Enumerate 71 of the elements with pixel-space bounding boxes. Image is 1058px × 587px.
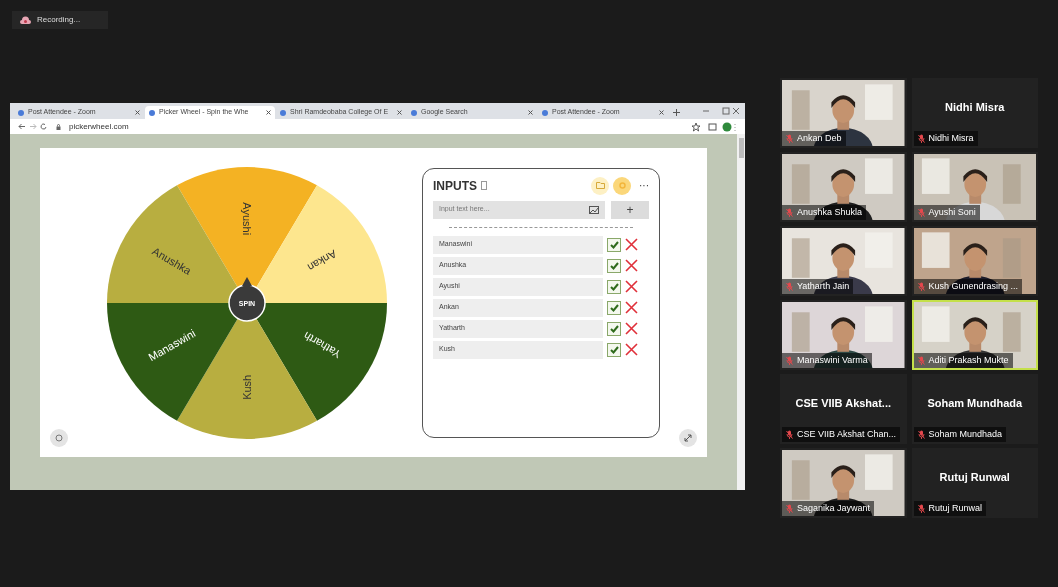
- muted-microphone-icon: [917, 133, 925, 143]
- participant-name: Soham Mundhada: [928, 427, 1003, 441]
- slice-label: Ayushi: [241, 201, 253, 235]
- participant-display-name: Soham Mundhada: [927, 395, 1023, 411]
- muted-microphone-icon: [786, 429, 793, 439]
- close-icon[interactable]: [659, 110, 664, 115]
- checkbox[interactable]: [607, 321, 621, 336]
- muted-microphone-icon: [786, 355, 793, 365]
- navigation-icon[interactable]: [18, 123, 48, 130]
- participant-name: Kush Gunendrasing ...: [928, 279, 1019, 293]
- delete-icon[interactable]: [625, 343, 638, 356]
- new-tab-icon[interactable]: [673, 109, 680, 116]
- muted-microphone-icon: [786, 207, 793, 217]
- close-icon[interactable]: [135, 110, 140, 115]
- delete-icon[interactable]: [625, 238, 638, 251]
- inputs-title: INPUTS: [433, 177, 477, 195]
- muted-microphone-icon: [917, 429, 925, 439]
- recording-cloud-icon: [20, 16, 31, 24]
- close-icon[interactable]: [397, 110, 402, 115]
- participant-display-name: CSE VIIB Akshat...: [795, 395, 892, 411]
- participant-name: Aditi Prakash Mukte: [928, 353, 1009, 367]
- reset-icon[interactable]: [50, 429, 68, 447]
- tab-icon: [18, 109, 24, 116]
- participant-display-name: Rutuj Runwal: [939, 469, 1010, 485]
- participant-name: Anushka Shukla: [797, 205, 863, 219]
- slice-label: Kush: [241, 374, 253, 400]
- url-text[interactable]: pickerwheel.com: [69, 120, 129, 133]
- checkbox[interactable]: [607, 300, 621, 315]
- image-icon[interactable]: [589, 205, 599, 214]
- add-button[interactable]: +: [611, 200, 649, 219]
- checkbox[interactable]: [607, 342, 621, 357]
- delete-icon[interactable]: [625, 280, 638, 293]
- participant-display-name: Nidhi Misra: [945, 99, 1005, 115]
- tab-icon: [149, 109, 155, 116]
- participant-name: Saganika Jaywant: [797, 501, 871, 515]
- muted-microphone-icon: [917, 281, 925, 291]
- tab-icon: [280, 109, 286, 116]
- checkbox[interactable]: [607, 237, 621, 252]
- tab-icon: [411, 109, 417, 116]
- muted-microphone-icon: [917, 503, 925, 513]
- participant-name: Ankan Deb: [797, 131, 842, 145]
- toolbar-icons[interactable]: [691, 121, 737, 132]
- document-icon: [481, 181, 487, 190]
- participant-name: Yatharth Jain: [797, 279, 850, 293]
- window-controls-icon[interactable]: [701, 107, 741, 115]
- muted-microphone-icon: [786, 503, 793, 513]
- muted-microphone-icon: [917, 355, 925, 365]
- lock-icon: [56, 123, 61, 130]
- folder-icon: [595, 182, 605, 189]
- muted-microphone-icon: [917, 207, 925, 217]
- close-icon[interactable]: [528, 110, 533, 115]
- recording-label: Recording...: [37, 14, 81, 26]
- muted-microphone-icon: [786, 281, 793, 291]
- scrollbar[interactable]: [737, 134, 745, 490]
- participant-name: Manaswini Varma: [797, 353, 868, 367]
- muted-microphone-icon: [786, 133, 793, 143]
- more-button[interactable]: ···: [639, 180, 649, 191]
- expand-icon[interactable]: [679, 429, 697, 447]
- recording-indicator[interactable]: Recording...: [12, 11, 108, 29]
- checkbox[interactable]: [607, 258, 621, 273]
- participant-name: Rutuj Runwal: [928, 501, 983, 515]
- delete-icon[interactable]: [625, 322, 638, 335]
- participant-name: Nidhi Misra: [928, 131, 974, 145]
- participant-name: Ayushi Soni: [928, 205, 976, 219]
- close-icon[interactable]: [266, 110, 271, 115]
- delete-icon[interactable]: [625, 301, 638, 314]
- checkbox[interactable]: [607, 279, 621, 294]
- participant-name: CSE VIIB Akshat Chan...: [797, 427, 897, 441]
- delete-icon[interactable]: [625, 259, 638, 272]
- settings-icon: [618, 182, 626, 189]
- tab-icon: [542, 109, 548, 116]
